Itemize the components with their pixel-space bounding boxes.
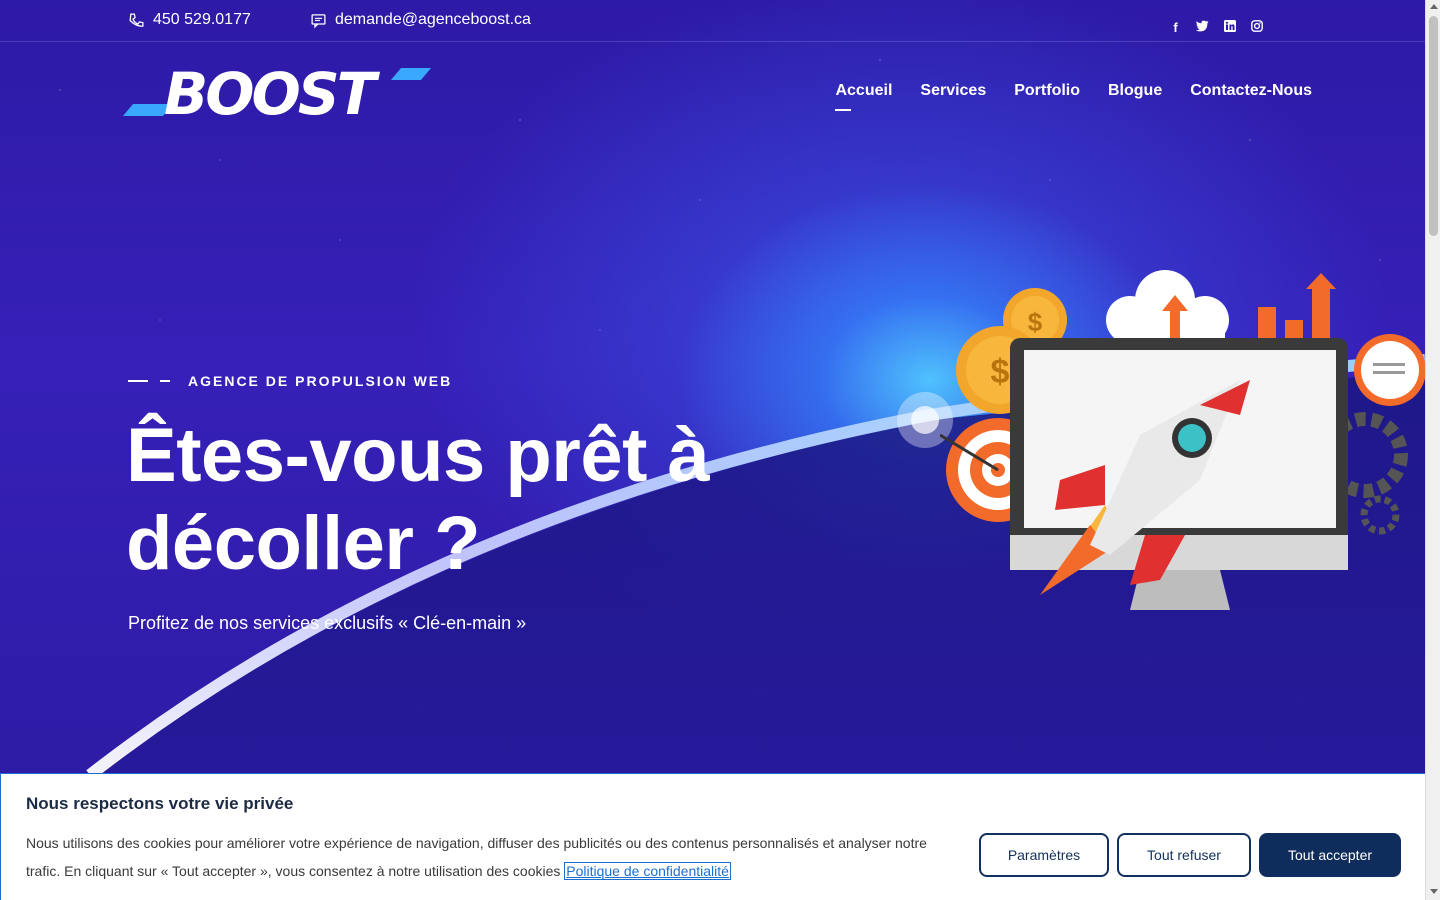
phone-contact[interactable]: 450 529.0177 — [128, 11, 251, 29]
logo-text: BOOST — [164, 60, 376, 128]
message-icon — [311, 13, 326, 28]
cookie-banner: Nous respectons votre vie privée Nous ut… — [0, 773, 1425, 900]
instagram-icon[interactable] — [1250, 20, 1263, 36]
scroll-up-arrow-icon[interactable] — [1430, 4, 1438, 9]
kicker-dash — [128, 380, 148, 382]
cookie-body: Nous utilisons des cookies pour améliore… — [26, 835, 927, 879]
kicker-dash — [160, 380, 170, 382]
cookie-title: Nous respectons votre vie privée — [26, 794, 294, 813]
top-bar: 450 529.0177 demande@agenceboost.ca f — [0, 0, 1425, 42]
email-contact[interactable]: demande@agenceboost.ca — [310, 11, 531, 29]
kicker-text: AGENCE DE PROPULSION WEB — [188, 373, 453, 389]
page-scrollbar[interactable] — [1425, 0, 1440, 900]
nav-item-portfolio[interactable]: Portfolio — [1014, 82, 1080, 100]
main-nav: Accueil Services Portfolio Blogue Contac… — [835, 82, 1312, 111]
phone-icon — [129, 12, 144, 27]
nav-item-accueil[interactable]: Accueil — [835, 82, 892, 111]
logo-streak — [390, 68, 432, 80]
hero-headline: Êtes-vous prêt à décoller ? — [126, 412, 826, 588]
hero-kicker: AGENCE DE PROPULSION WEB — [128, 373, 452, 389]
nav-item-blogue[interactable]: Blogue — [1108, 82, 1162, 100]
svg-text:$: $ — [991, 353, 1010, 391]
linkedin-icon[interactable] — [1223, 20, 1236, 36]
scroll-thumb[interactable] — [1429, 16, 1438, 236]
twitter-icon[interactable] — [1196, 20, 1209, 36]
cookie-text: Nous utilisons des cookies pour améliore… — [26, 829, 946, 885]
nav-item-contact[interactable]: Contactez-Nous — [1190, 82, 1312, 100]
facebook-icon[interactable]: f — [1169, 20, 1182, 36]
scroll-down-arrow-icon[interactable] — [1430, 889, 1438, 894]
bar-chart-icon — [1258, 273, 1336, 347]
headline-line-2: décoller ? — [126, 501, 481, 586]
privacy-policy-link[interactable]: Politique de confidentialité — [564, 862, 731, 880]
boost-logo[interactable]: BOOST — [122, 60, 432, 128]
cookie-refuse-button[interactable]: Tout refuser — [1117, 833, 1251, 877]
social-links: f — [1169, 20, 1263, 36]
svg-text:$: $ — [1028, 307, 1043, 337]
nav-item-services[interactable]: Services — [920, 82, 986, 100]
email-address: demande@agenceboost.ca — [335, 11, 531, 28]
menu-circle-icon — [1354, 334, 1425, 406]
hero-subtitle: Profitez de nos services exclusifs « Clé… — [128, 613, 527, 633]
cookie-settings-button[interactable]: Paramètres — [979, 833, 1109, 877]
cookie-accept-button[interactable]: Tout accepter — [1259, 833, 1401, 877]
cloud-icon — [1106, 270, 1229, 345]
phone-number: 450 529.0177 — [153, 11, 251, 28]
rocket-monitor-illustration: $ $ — [940, 270, 1425, 610]
headline-line-1: Êtes-vous prêt à — [126, 413, 710, 498]
